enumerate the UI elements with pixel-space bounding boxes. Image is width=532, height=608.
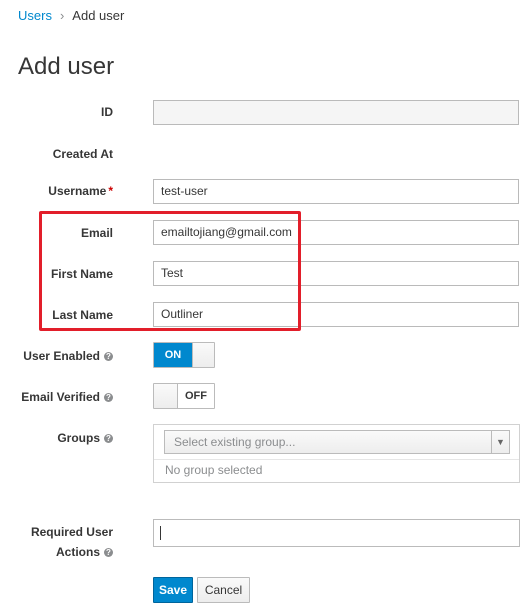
divider — [154, 459, 519, 460]
text-cursor — [160, 526, 161, 540]
groups-label-text: Groups — [57, 431, 100, 445]
id-field — [153, 100, 519, 125]
user-enabled-label: User Enabled? — [23, 348, 113, 364]
save-button[interactable]: Save — [153, 577, 193, 603]
group-select-placeholder: Select existing group... — [174, 435, 296, 449]
toggle-knob — [154, 384, 178, 408]
username-field[interactable]: test-user — [153, 179, 519, 204]
toggle-off-label: OFF — [185, 390, 207, 402]
required-actions-input[interactable] — [153, 519, 520, 547]
highlight-box — [39, 211, 301, 331]
user-enabled-label-text: User Enabled — [23, 349, 100, 363]
help-icon[interactable]: ? — [104, 393, 113, 403]
breadcrumb-users-link[interactable]: Users — [18, 8, 52, 23]
toggle-on-label: ON — [154, 343, 192, 367]
id-label: ID — [101, 105, 113, 119]
username-label: Username * — [48, 183, 113, 199]
email-verified-toggle[interactable]: OFF — [153, 383, 215, 409]
help-icon[interactable]: ? — [104, 548, 113, 558]
required-actions-label-line1: Required User — [30, 525, 113, 539]
group-select[interactable]: Select existing group... ▼ — [164, 430, 510, 454]
help-icon[interactable]: ? — [104, 434, 113, 444]
created-at-label: Created At — [52, 147, 113, 161]
required-asterisk: * — [108, 184, 113, 198]
groups-label: Groups? — [57, 430, 113, 446]
required-actions-label-line2: Actions? — [56, 544, 113, 560]
page-title: Add user — [18, 53, 115, 80]
cancel-button[interactable]: Cancel — [197, 577, 250, 603]
username-label-text: Username — [48, 184, 107, 198]
breadcrumb-current: Add user — [72, 8, 125, 23]
breadcrumb-separator: › — [59, 8, 65, 23]
user-enabled-toggle[interactable]: ON — [153, 342, 215, 368]
no-group-text: No group selected — [165, 463, 263, 477]
email-verified-label: Email Verified? — [21, 389, 113, 405]
email-verified-label-text: Email Verified — [21, 390, 100, 404]
toggle-knob — [192, 343, 214, 367]
groups-panel: Select existing group... ▼ No group sele… — [153, 424, 520, 483]
breadcrumb: Users › Add user — [18, 8, 124, 24]
help-icon[interactable]: ? — [104, 352, 113, 362]
required-actions-label-text: Actions — [55, 545, 100, 559]
caret-down-icon[interactable]: ▼ — [491, 431, 509, 453]
